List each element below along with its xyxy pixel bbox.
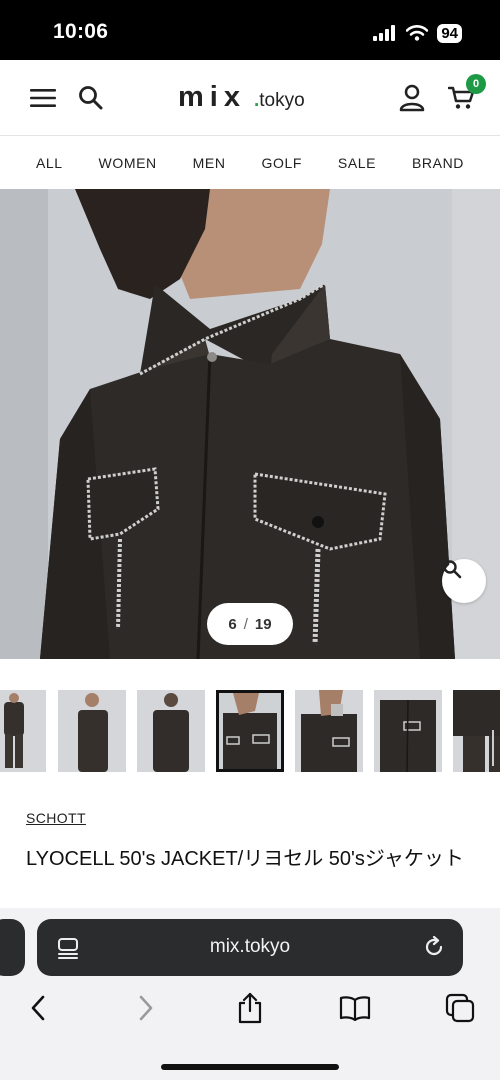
search-button[interactable]	[75, 82, 107, 114]
browser-toolbar	[0, 988, 500, 1028]
image-counter-current: 6	[228, 615, 237, 633]
tabs-button[interactable]	[440, 988, 480, 1028]
previous-tab-peek[interactable]	[0, 919, 25, 976]
thumbnail-2[interactable]	[58, 690, 126, 772]
brand-link[interactable]: SCHOTT	[26, 810, 86, 826]
image-counter-total: 19	[254, 615, 272, 633]
site-logo[interactable]: mix .tokyo	[178, 82, 305, 114]
image-counter: 6 / 19	[207, 603, 293, 645]
chevron-right-icon	[139, 995, 153, 1021]
forward-button[interactable]	[126, 988, 166, 1028]
cart-count-badge: 0	[466, 74, 486, 94]
reload-icon[interactable]	[423, 936, 445, 958]
thumbnail-5[interactable]	[295, 690, 363, 772]
back-button[interactable]	[18, 988, 58, 1028]
nav-item-all[interactable]: ALL	[34, 149, 65, 177]
thumbnail-3[interactable]	[137, 690, 205, 772]
nav-item-brand[interactable]: BRAND	[410, 149, 466, 177]
thumbnail-image	[295, 690, 363, 772]
status-time: 10:06	[53, 20, 109, 43]
zoom-icon	[443, 560, 462, 579]
menu-button[interactable]	[27, 82, 59, 114]
share-icon	[238, 992, 262, 1024]
browser-chrome: mix.tokyo	[0, 908, 500, 1080]
status-icons: 94	[373, 22, 462, 44]
logo-sub-text: tokyo	[259, 90, 305, 111]
nav-item-women[interactable]: WOMEN	[97, 149, 159, 177]
wifi-icon	[406, 25, 429, 41]
signal-icon	[373, 25, 396, 41]
nav-item-sale[interactable]: SALE	[336, 149, 378, 177]
battery-icon: 94	[437, 23, 462, 43]
logo-sub: .tokyo	[254, 86, 305, 116]
thumbnail-image	[453, 690, 500, 772]
site-header: mix .tokyo 0	[0, 60, 500, 136]
account-button[interactable]	[396, 82, 428, 114]
thumbnail-strip	[0, 690, 500, 772]
thumbnail-4-active[interactable]	[216, 690, 284, 772]
nav-item-men[interactable]: MEN	[191, 149, 228, 177]
logo-main: mix	[178, 81, 246, 113]
thumbnail-1[interactable]	[0, 690, 46, 772]
cart-button[interactable]: 0	[446, 74, 486, 114]
zoom-button[interactable]	[442, 559, 486, 603]
status-bar: 10:06 94	[0, 0, 500, 60]
thumbnail-6[interactable]	[374, 690, 442, 772]
thumbnail-image	[137, 690, 205, 772]
user-icon	[399, 84, 425, 112]
home-indicator	[161, 1064, 339, 1070]
hamburger-icon	[30, 89, 56, 107]
category-nav: ALL WOMEN MEN GOLF SALE BRAND	[0, 137, 500, 189]
product-main-image[interactable]: 6 / 19	[0, 189, 500, 659]
share-button[interactable]	[230, 988, 270, 1028]
thumbnail-image	[219, 693, 281, 769]
chevron-left-icon	[31, 995, 45, 1021]
book-icon	[339, 996, 371, 1021]
nav-item-golf[interactable]: GOLF	[259, 149, 304, 177]
thumbnail-image	[58, 690, 126, 772]
thumbnail-image	[0, 690, 46, 772]
search-icon	[79, 86, 103, 110]
tabs-icon	[445, 993, 475, 1023]
product-title: LYOCELL 50's JACKET/リヨセル 50'sジャケット	[26, 848, 464, 870]
image-counter-separator: /	[243, 615, 248, 633]
thumbnail-image	[374, 690, 442, 772]
thumbnail-7[interactable]	[453, 690, 500, 772]
url-text: mix.tokyo	[209, 936, 291, 957]
product-photo	[0, 189, 500, 659]
bookmarks-button[interactable]	[335, 988, 375, 1028]
address-bar[interactable]: mix.tokyo	[37, 919, 463, 976]
